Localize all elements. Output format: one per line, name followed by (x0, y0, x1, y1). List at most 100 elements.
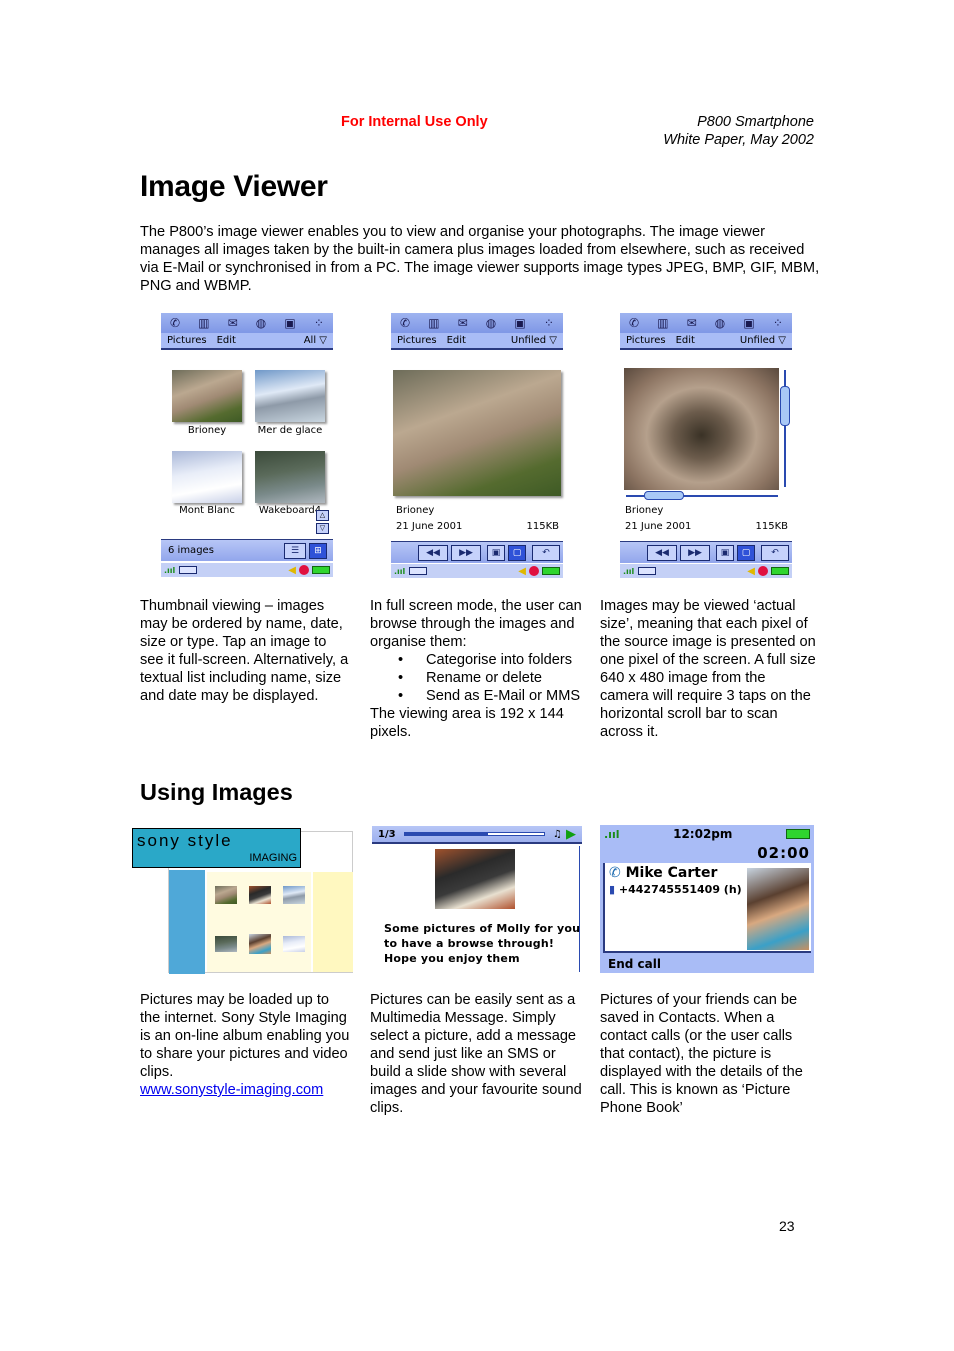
messages-icon[interactable]: ✉ (687, 316, 697, 330)
website-sidebar (169, 870, 205, 974)
call-screenshot: .ııl 12:02pm 02:00 ✆ Mike Carter ▮ +4427… (600, 825, 814, 973)
signal-icon: .ııl (164, 565, 176, 575)
clock-icon[interactable] (299, 565, 309, 575)
back-button[interactable]: ↶ (532, 544, 560, 561)
back-button[interactable]: ↶ (761, 544, 789, 561)
thumbnail-label: Brioney (187, 425, 227, 436)
speaker-icon[interactable]: ◀ (747, 566, 755, 577)
clock-icon[interactable] (758, 566, 768, 576)
phone-icon[interactable]: ✆ (170, 316, 180, 330)
thumbnail-image[interactable] (255, 451, 325, 503)
music-icon[interactable]: ♫ (553, 829, 562, 840)
calendar-icon[interactable]: ▣ (514, 316, 525, 330)
list-view-button[interactable]: ☰ (284, 542, 306, 559)
contacts-icon[interactable]: ▥ (198, 316, 209, 330)
logo-line2: IMAGING (249, 852, 297, 864)
apps-icon[interactable]: ⁘ (773, 316, 783, 330)
web-icon[interactable]: ◍ (486, 316, 496, 330)
scroll-down-button[interactable]: ▽ (316, 523, 329, 534)
menu-pictures[interactable]: Pictures (626, 335, 666, 346)
grid-view-button[interactable]: ⊞ (309, 542, 327, 559)
next-button[interactable]: ▶▶ (680, 544, 710, 561)
web-icon[interactable]: ◍ (256, 316, 266, 330)
caller-card: ✆ Mike Carter ▮ +442745551409 (h) (603, 863, 811, 953)
calendar-icon[interactable]: ▣ (743, 316, 754, 330)
caller-number-text: +442745551409 (h) (618, 883, 742, 896)
actual-size-button[interactable]: ▢ (508, 544, 526, 561)
menu-edit[interactable]: Edit (447, 335, 466, 346)
thumbnail-image[interactable] (255, 370, 325, 422)
messages-icon[interactable]: ✉ (458, 316, 468, 330)
phone-icon: ✆ (609, 865, 621, 881)
caption-mms: Pictures can be easily sent as a Multime… (370, 992, 582, 1116)
image-name: Brioney (396, 505, 435, 516)
app-bar: ✆ ▥ ✉ ◍ ▣ ⁘ (161, 313, 333, 333)
full-image[interactable] (393, 370, 561, 496)
fit-screen-button[interactable]: ▣ (716, 544, 734, 561)
keyboard-icon[interactable] (409, 567, 428, 575)
mms-message: Some pictures of Molly for you to have a… (384, 922, 581, 965)
actual-size-button[interactable]: ▢ (737, 544, 755, 561)
apps-icon[interactable]: ⁘ (314, 316, 324, 330)
keyboard-icon[interactable] (179, 566, 198, 574)
vertical-scroll-thumb[interactable] (780, 386, 790, 426)
phone-icon[interactable]: ✆ (629, 316, 639, 330)
battery-icon (542, 567, 560, 575)
image-name: Brioney (625, 505, 664, 516)
scroll-up-button[interactable]: △ (316, 510, 329, 521)
album-thumbnail (283, 936, 305, 952)
calendar-icon[interactable]: ▣ (284, 316, 295, 330)
sony-link[interactable]: www.sonystyle-imaging.com (140, 1081, 352, 1099)
fullscreen-feature-list: Categorise into folders Rename or delete… (370, 651, 590, 705)
menu-edit[interactable]: Edit (217, 335, 236, 346)
actual-size-image[interactable] (624, 368, 779, 490)
filter-dropdown[interactable]: Unfiled ▽ (511, 335, 557, 346)
contacts-icon[interactable]: ▥ (428, 316, 439, 330)
intro-paragraph: The P800’s image viewer enables you to v… (140, 224, 820, 294)
header-product: P800 Smartphone (697, 114, 814, 130)
previous-button[interactable]: ◀◀ (647, 544, 677, 561)
speaker-icon[interactable]: ◀ (288, 565, 296, 576)
play-icon[interactable]: ▶ (566, 827, 576, 842)
page-number: 23 (779, 1218, 795, 1234)
thumbnail-image[interactable] (172, 370, 242, 422)
feature-item: Categorise into folders (370, 651, 590, 669)
filter-dropdown[interactable]: Unfiled ▽ (740, 335, 786, 346)
slide-counter: 1/3 (378, 828, 396, 840)
menu-bar: Pictures Edit Unfiled ▽ (620, 333, 792, 350)
contacts-icon[interactable]: ▥ (657, 316, 668, 330)
slide-progress[interactable] (403, 832, 546, 836)
sony-style-screenshot: sony style IMAGING (132, 828, 353, 974)
messages-icon[interactable]: ✉ (228, 316, 238, 330)
previous-button[interactable]: ◀◀ (418, 544, 448, 561)
menu-pictures[interactable]: Pictures (397, 335, 437, 346)
caption-fullscreen: In full screen mode, the user can browse… (370, 597, 590, 741)
speaker-icon[interactable]: ◀ (518, 566, 526, 577)
menu-edit[interactable]: Edit (676, 335, 695, 346)
phone-icon[interactable]: ✆ (400, 316, 410, 330)
mms-scrollbar[interactable] (579, 846, 580, 972)
sony-style-logo: sony style IMAGING (132, 828, 301, 868)
horizontal-scroll-thumb[interactable] (644, 491, 684, 500)
album-thumbnail (249, 886, 271, 904)
app-bar: ✆ ▥ ✉ ◍ ▣ ⁘ (620, 313, 792, 333)
clock-icon[interactable] (529, 566, 539, 576)
web-icon[interactable]: ◍ (715, 316, 725, 330)
menu-pictures[interactable]: Pictures (167, 335, 207, 346)
mms-picture (435, 849, 515, 909)
apps-icon[interactable]: ⁘ (544, 316, 554, 330)
image-count: 6 images (168, 545, 214, 556)
filter-dropdown[interactable]: All ▽ (304, 335, 327, 346)
caption-sony-text: Pictures may be loaded up to the interne… (140, 992, 350, 1080)
next-button[interactable]: ▶▶ (451, 544, 481, 561)
keyboard-icon[interactable] (638, 567, 657, 575)
website-album-grid (207, 872, 311, 972)
logo-line1: sony style (137, 831, 233, 850)
thumbnail-toolbar: 6 images ☰ ⊞ (161, 539, 333, 561)
call-status-bar: .ııl 12:02pm (600, 825, 814, 843)
thumbnail-image[interactable] (172, 451, 242, 503)
caption-fullscreen-intro: In full screen mode, the user can browse… (370, 598, 582, 650)
fit-screen-button[interactable]: ▣ (487, 544, 505, 561)
end-call-button[interactable]: End call (608, 957, 661, 971)
header-doc: White Paper, May 2002 (663, 132, 814, 148)
